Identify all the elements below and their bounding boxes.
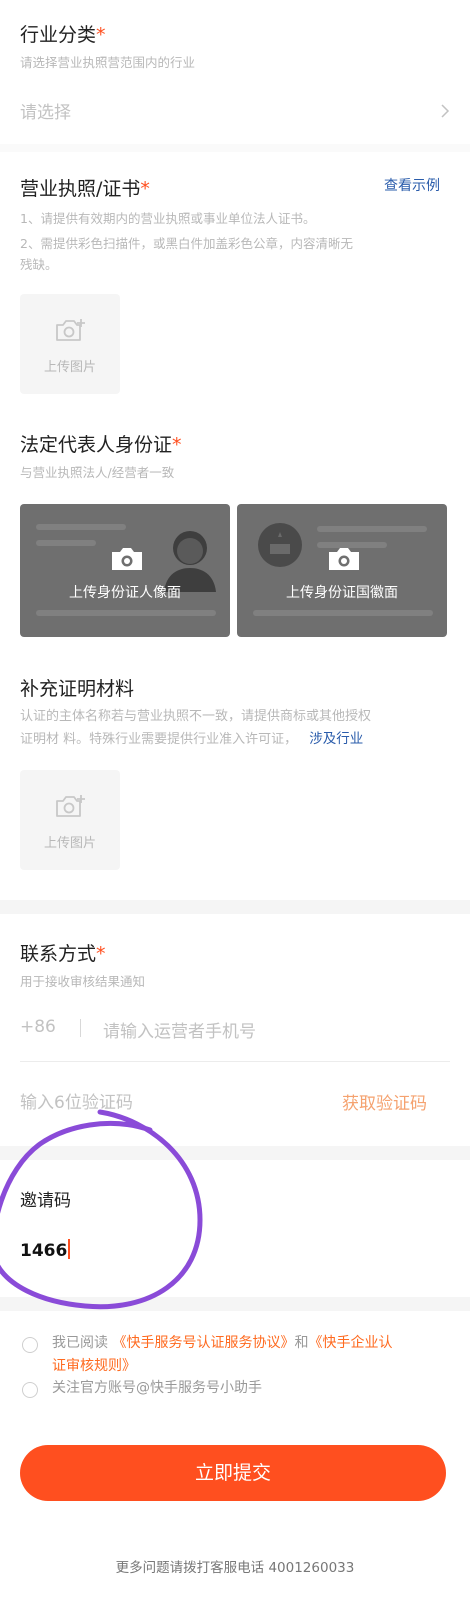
add-photo-icon <box>56 795 85 817</box>
service-agreement-link[interactable]: 《快手服务号认证服务协议》 <box>112 1335 294 1351</box>
id-portrait-upload[interactable]: 上传身份证人像面 <box>20 504 230 637</box>
upload-label: 上传图片 <box>43 360 96 375</box>
industry-select[interactable]: 请选择 <box>0 88 470 134</box>
card-line <box>36 610 216 616</box>
id-emblem-label: 上传身份证国徽面 <box>286 585 398 601</box>
audit-rules-link-cont[interactable]: 证审核规则》 <box>52 1358 136 1374</box>
field-separator <box>80 1019 81 1037</box>
supplement-hint-1: 认证的主体名称若与营业执照不一致，请提供商标或其他授权 <box>20 709 372 724</box>
follow-checkbox[interactable] <box>22 1382 38 1398</box>
license-hint-1: 1、请提供有效期内的营业执照或事业单位法人证书。 <box>20 211 316 226</box>
industry-title-text: 行业分类 <box>20 24 97 46</box>
contact-hint: 用于接收审核结果通知 <box>20 974 146 989</box>
footer-hotline: 更多问题请拨打客服电话 4001260033 <box>115 1560 355 1576</box>
field-divider <box>20 1061 450 1062</box>
submit-button[interactable]: 立即提交 <box>20 1445 446 1501</box>
agreement-and: 和 <box>294 1335 309 1351</box>
license-title: 营业执照/证书* <box>20 174 150 201</box>
agreement-checkbox[interactable] <box>22 1337 38 1353</box>
audit-rules-link[interactable]: 《快手企业认 <box>308 1335 392 1351</box>
card-line <box>36 524 126 530</box>
agreement-text: 我已阅读 《快手服务号认证服务协议》和《快手企业认 证审核规则》 <box>52 1332 452 1378</box>
supplement-hint-2: 证明材 料。特殊行业需要提供行业准入许可证， 涉及行业 <box>20 729 363 750</box>
industry-title: 行业分类* <box>20 20 106 47</box>
license-hint-2: 2、需提供彩色扫描件，或黑白件加盖彩色公章，内容清晰无 <box>20 236 353 251</box>
contact-title: 联系方式* <box>20 939 106 966</box>
industry-hint: 请选择营业执照营范围内的行业 <box>20 55 196 70</box>
country-code[interactable]: +86 <box>20 1017 56 1037</box>
camera-icon <box>112 548 142 570</box>
legal-id-title: 法定代表人身份证* <box>20 430 182 457</box>
id-portrait-label: 上传身份证人像面 <box>69 585 181 601</box>
license-hint-3: 残缺。 <box>20 257 58 272</box>
get-code-button[interactable]: 获取验证码 <box>342 1089 427 1114</box>
annotation-circle <box>0 1109 203 1310</box>
national-emblem-icon <box>258 523 302 567</box>
card-line <box>36 540 96 546</box>
legal-id-title-text: 法定代表人身份证 <box>20 434 173 456</box>
section-divider <box>0 144 470 152</box>
supplement-title: 补充证明材料 <box>20 678 135 700</box>
card-line <box>253 610 433 616</box>
supplement-hint-2-text: 证明材 料。特殊行业需要提供行业准入许可证， <box>20 732 298 747</box>
id-emblem-upload[interactable]: 上传身份证国徽面 <box>237 504 447 637</box>
supplement-upload-button[interactable]: 上传图片 <box>20 770 120 870</box>
camera-icon <box>329 548 359 570</box>
card-line <box>317 526 427 532</box>
submit-label: 立即提交 <box>194 1462 271 1484</box>
view-example-link[interactable]: 查看示例 <box>384 175 440 195</box>
upload-label: 上传图片 <box>43 836 96 851</box>
industry-select-placeholder: 请选择 <box>20 103 71 123</box>
industry-link[interactable]: 涉及行业 <box>309 731 363 747</box>
contact-title-text: 联系方式 <box>20 943 97 965</box>
required-mark: * <box>96 943 106 965</box>
required-mark: * <box>96 24 106 46</box>
chevron-right-icon <box>441 104 450 118</box>
phone-input[interactable]: 请输入运营者手机号 <box>103 1017 443 1042</box>
section-divider <box>0 900 470 914</box>
required-mark: * <box>172 434 182 456</box>
agreement-prefix: 我已阅读 <box>52 1335 108 1351</box>
follow-text: 关注官方账号@快手服务号小助手 <box>52 1380 262 1396</box>
required-mark: * <box>140 178 150 200</box>
legal-id-hint: 与营业执照法人/经营者一致 <box>20 465 175 480</box>
license-title-text: 营业执照/证书 <box>20 178 141 200</box>
add-photo-icon <box>56 319 85 341</box>
license-upload-button[interactable]: 上传图片 <box>20 294 120 394</box>
